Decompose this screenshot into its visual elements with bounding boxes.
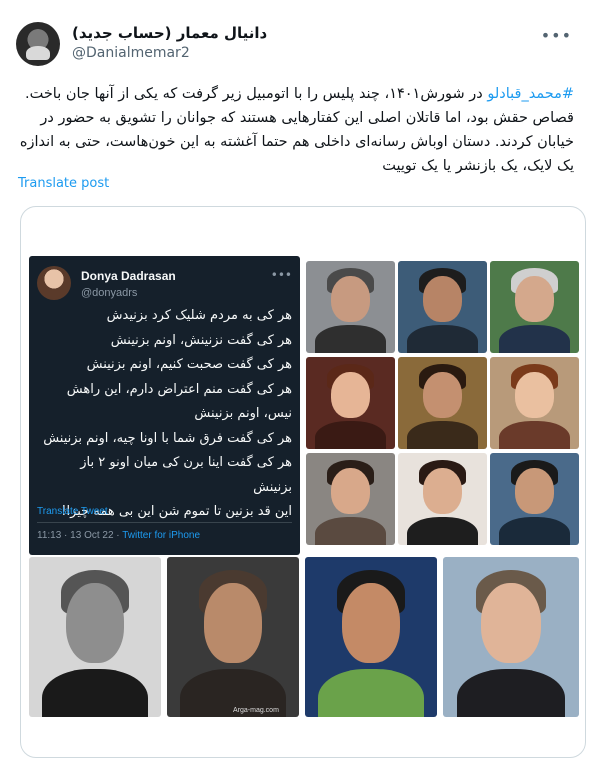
quoted-meta: 11:13 · 13 Oct 22 · Twitter for iPhone xyxy=(37,530,200,541)
portrait-photo xyxy=(305,557,437,717)
quoted-name: Donya Dadrasan xyxy=(81,269,176,283)
display-name[interactable]: دانیال معمار (حساب جدید) xyxy=(72,24,267,42)
quoted-source: Twitter for iPhone xyxy=(122,530,201,541)
portrait-photo xyxy=(490,357,579,449)
tweet-text: #محمد_قبادلو در شورش۱۴۰۱، چند پلیس را با… xyxy=(16,82,574,178)
quoted-handle: @donyadrs xyxy=(81,287,138,299)
portrait-photo xyxy=(306,261,395,353)
portrait-photo xyxy=(398,453,487,545)
portrait-photo xyxy=(398,357,487,449)
quoted-tweet-screenshot: Donya Dadrasan @donyadrs ••• هر کی به مر… xyxy=(29,256,300,555)
tweet-media[interactable]: Donya Dadrasan @donyadrs ••• هر کی به مر… xyxy=(20,206,586,758)
quoted-more-icon: ••• xyxy=(270,268,292,282)
quoted-line: هر کی گفت نزنینش، اونم بزنینش xyxy=(110,332,292,348)
translate-post-link[interactable]: Translate post xyxy=(18,176,109,191)
portrait-photo xyxy=(443,557,579,717)
portrait-photo xyxy=(490,453,579,545)
quoted-avatar xyxy=(37,266,71,300)
quoted-text: هر کی به مردم شلیک کرد بزنیدش هر کی گفت … xyxy=(37,304,292,525)
quoted-line: بزنینش xyxy=(253,479,292,495)
tweet-header: دانیال معمار (حساب جدید) @Danialmemar2 •… xyxy=(16,22,574,66)
quoted-line: هر کی گفت اینا برن کی میان اونو ۲ باز xyxy=(80,455,292,470)
avatar[interactable] xyxy=(16,22,60,66)
quoted-divider xyxy=(37,522,292,523)
quoted-line: هر کی گفت فرق شما با اونا چیه، اونم بزنی… xyxy=(43,430,292,446)
quoted-translate-label: Translate Tweet xyxy=(37,506,108,517)
user-handle[interactable]: @Danialmemar2 xyxy=(72,45,190,61)
quoted-line: هر کی گفت منم اعتراض دارم، این راهش xyxy=(66,381,292,397)
more-horizontal-icon[interactable]: ••• xyxy=(541,26,572,45)
quoted-line: هر کی گفت صحبت کنیم، اونم بزنینش xyxy=(86,357,292,372)
watermark: Arga-mag.com xyxy=(233,707,279,714)
hashtag-link[interactable]: #محمد_قبادلو xyxy=(487,86,574,102)
quoted-line: هر کی به مردم شلیک کرد بزنیدش xyxy=(106,308,292,323)
portrait-photo xyxy=(490,261,579,353)
portrait-photo xyxy=(306,453,395,545)
portrait-photo xyxy=(29,557,161,717)
quoted-line: نیس، اونم بزنینش xyxy=(194,406,292,421)
quoted-time: 11:13 · 13 Oct 22 · xyxy=(37,530,123,541)
portrait-photo xyxy=(306,357,395,449)
portrait-photo xyxy=(398,261,487,353)
portrait-photo: Arga-mag.com xyxy=(167,557,299,717)
